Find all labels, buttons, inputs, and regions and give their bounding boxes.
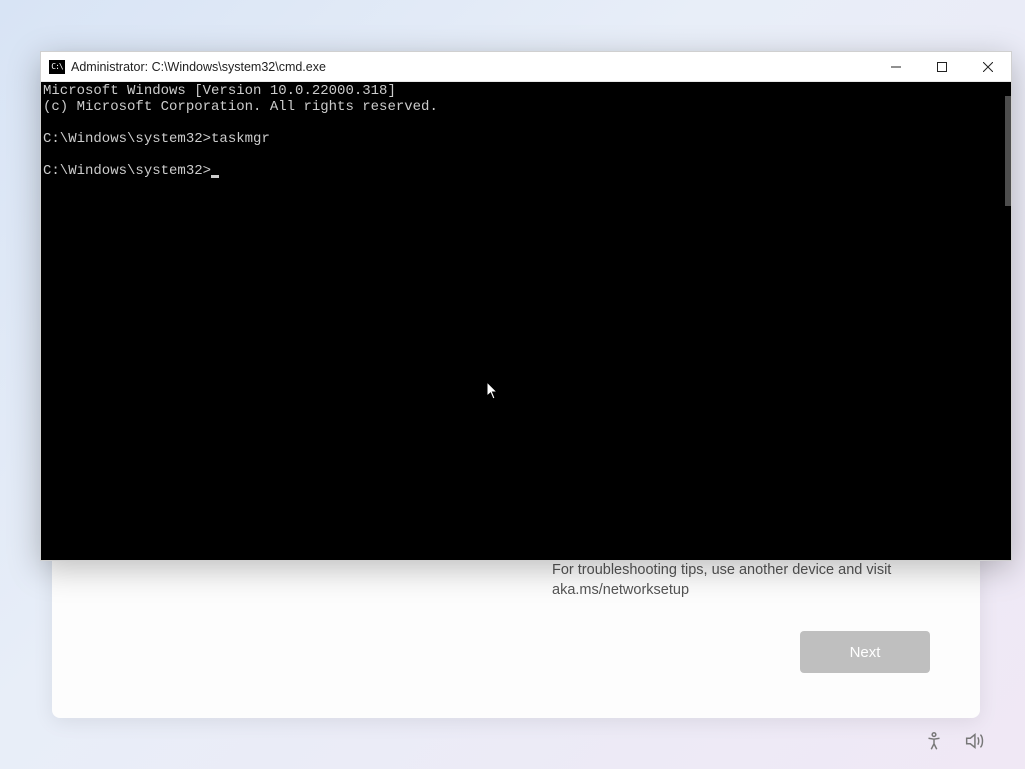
copyright-line: (c) Microsoft Corporation. All rights re… bbox=[43, 99, 438, 115]
version-line: Microsoft Windows [Version 10.0.22000.31… bbox=[43, 83, 396, 99]
volume-icon[interactable] bbox=[963, 730, 985, 757]
scrollbar-thumb[interactable] bbox=[1005, 96, 1011, 206]
command-1: taskmgr bbox=[211, 131, 270, 147]
cmd-icon: C:\ bbox=[49, 60, 65, 74]
maximize-button[interactable] bbox=[919, 52, 965, 82]
cmd-window: C:\ Administrator: C:\Windows\system32\c… bbox=[40, 51, 1012, 561]
troubleshoot-line1: For troubleshooting tips, use another de… bbox=[552, 562, 891, 578]
prompt-2: C:\Windows\system32> bbox=[43, 163, 211, 179]
window-title: Administrator: C:\Windows\system32\cmd.e… bbox=[71, 60, 873, 74]
titlebar[interactable]: C:\ Administrator: C:\Windows\system32\c… bbox=[41, 52, 1011, 82]
cursor bbox=[211, 175, 219, 178]
minimize-button[interactable] bbox=[873, 52, 919, 82]
accessibility-icon[interactable] bbox=[923, 730, 945, 757]
troubleshoot-text: For troubleshooting tips, use another de… bbox=[552, 560, 940, 601]
troubleshoot-line2: aka.ms/networksetup bbox=[552, 582, 689, 598]
scrollbar[interactable] bbox=[996, 82, 1011, 560]
next-button[interactable]: Next bbox=[800, 631, 930, 673]
close-button[interactable] bbox=[965, 52, 1011, 82]
system-tray bbox=[923, 730, 985, 757]
terminal-output[interactable]: Microsoft Windows [Version 10.0.22000.31… bbox=[41, 82, 996, 560]
prompt-1: C:\Windows\system32> bbox=[43, 131, 211, 147]
